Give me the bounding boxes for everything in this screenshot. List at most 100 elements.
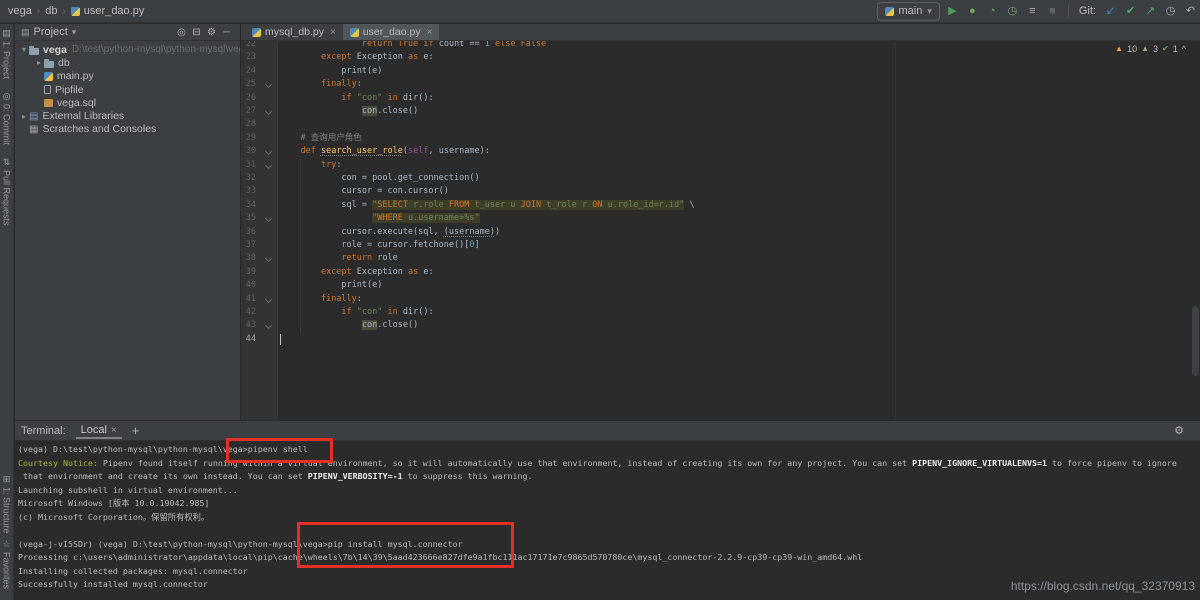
terminal-tab-label: Local (81, 424, 107, 436)
weak-warning-icon: ▲ (1141, 45, 1149, 53)
stripe-item-1-project[interactable]: ▤1: Project (2, 29, 12, 79)
code-line-31[interactable]: 31 try: (241, 159, 1200, 172)
fold-marker-icon[interactable] (265, 81, 272, 88)
line-number: 44 (241, 333, 256, 346)
terminal-line: Launching subshell in virtual environmen… (18, 484, 1177, 498)
close-icon[interactable]: × (111, 425, 117, 436)
profiler-button[interactable]: ◷ (1005, 6, 1020, 17)
code-line-39[interactable]: 39 except Exception as e: (241, 266, 1200, 279)
toolbar-separator (1068, 5, 1069, 17)
code-line-28[interactable]: 28 (241, 118, 1200, 131)
fold-marker-icon[interactable] (265, 162, 272, 169)
tree-item-external-libraries[interactable]: ▸External Libraries (15, 109, 240, 122)
chevron-icon: ▸ (34, 58, 44, 67)
breadcrumb-label: user_dao.py (84, 5, 145, 17)
tree-item-scratches-and-consoles[interactable]: Scratches and Consoles (15, 123, 240, 136)
line-number: 36 (241, 226, 256, 239)
tree-item-label: Scratches and Consoles (42, 123, 156, 135)
annotation-box-2 (297, 522, 514, 568)
stripe-item-pull-requests[interactable]: ⇅Pull Requests (2, 158, 12, 226)
fold-marker-icon[interactable] (265, 108, 272, 115)
run-coverage-button[interactable]: ◔ (985, 6, 1000, 17)
tree-item-db[interactable]: ▸ db (15, 56, 240, 69)
stop-button[interactable]: ■ (1045, 6, 1060, 17)
run-config-name: main (899, 5, 923, 17)
stripe-item-0-commit[interactable]: ◎0: Commit (2, 92, 12, 145)
stripe-item-1-structure[interactable]: ⊞1: Structure (2, 475, 12, 534)
close-icon[interactable]: × (427, 27, 433, 38)
tab-user-dao-py[interactable]: user_dao.py× (343, 24, 440, 40)
code-text: print(e) (280, 65, 382, 78)
terminal-output[interactable]: (vega) D:\test\python-mysql\python-mysql… (18, 443, 1177, 592)
git-push-button[interactable]: ↗ (1143, 6, 1158, 17)
terminal-line: Successfully installed mysql.connector (18, 578, 1177, 592)
collapse-all-button[interactable]: ⊟ (189, 27, 204, 38)
editor: mysql_db.py×user_dao.py× 22 return True … (241, 24, 1200, 420)
new-terminal-button[interactable]: + (132, 423, 140, 438)
code-line-32[interactable]: 32 con = pool.get_connection() (241, 172, 1200, 185)
code-area[interactable]: 22 return True if count == 1 else False2… (241, 41, 1200, 420)
inspections-widget[interactable]: ▲ 10 ▲ 3 ✔ 1 ^ (1115, 44, 1186, 54)
fold-marker-icon[interactable] (265, 322, 272, 329)
fold-marker-icon[interactable] (265, 148, 272, 155)
git-rollback-button[interactable]: ↶ (1183, 6, 1198, 17)
code-line-36[interactable]: 36 cursor.execute(sql, (username)) (241, 226, 1200, 239)
tree-item-label: External Libraries (42, 110, 124, 122)
code-line-44[interactable]: 44 (241, 333, 1200, 346)
tab-mysql-db-py[interactable]: mysql_db.py× (245, 24, 343, 40)
stripe-label: 1: Project (2, 41, 12, 79)
code-line-43[interactable]: 43 con.close() (241, 319, 1200, 332)
code-line-38[interactable]: 38 return role (241, 252, 1200, 265)
tree-item-main-py[interactable]: main.py (15, 70, 240, 83)
tree-item-pipfile[interactable]: Pipfile (15, 83, 240, 96)
tree-item-vega-sql[interactable]: vega.sql (15, 96, 240, 109)
0-commit-icon: ◎ (3, 92, 11, 101)
code-line-26[interactable]: 26 if "con" in dir(): (241, 92, 1200, 105)
code-line-41[interactable]: 41 finally: (241, 293, 1200, 306)
code-line-40[interactable]: 40 print(e) (241, 279, 1200, 292)
chevron-down-icon[interactable]: ▾ (72, 27, 77, 38)
code-line-27[interactable]: 27 con.close() (241, 105, 1200, 118)
git-update-button[interactable]: ↙ (1103, 6, 1118, 17)
close-icon[interactable]: × (330, 27, 336, 38)
stripe-item-favorites[interactable]: ☆Favorites (2, 540, 12, 589)
git-commit-button[interactable]: ✔ (1123, 6, 1138, 17)
terminal-line: that environment and create its own inst… (18, 470, 1177, 484)
code-line-37[interactable]: 37 role = cursor.fetchone()[0] (241, 239, 1200, 252)
run-button[interactable]: ▶ (945, 6, 960, 17)
terminal-tab-local[interactable]: Local × (76, 422, 122, 439)
code-line-24[interactable]: 24 print(e) (241, 65, 1200, 78)
tree-item-label: db (58, 57, 70, 69)
code-line-33[interactable]: 33 cursor = con.cursor() (241, 185, 1200, 198)
code-line-29[interactable]: 29 # 查询用户角色 (241, 132, 1200, 145)
code-line-22[interactable]: 22 return True if count == 1 else False (241, 41, 1200, 51)
code-line-34[interactable]: 34 sql = "SELECT r.role FROM t_user u JO… (241, 199, 1200, 212)
code-line-42[interactable]: 42 if "con" in dir(): (241, 306, 1200, 319)
git-history-button[interactable]: ◷ (1163, 6, 1178, 17)
code-line-30[interactable]: 30 def search_user_role(self, username): (241, 145, 1200, 158)
breadcrumb-item-db[interactable]: db (45, 5, 57, 17)
code-text: if "con" in dir(): (280, 92, 434, 105)
breadcrumb-item-user-dao-py[interactable]: user_dao.py (71, 5, 145, 17)
breadcrumb-item-vega[interactable]: vega (8, 5, 32, 17)
code-text: con.close() (280, 319, 418, 332)
fold-marker-icon[interactable] (265, 255, 272, 262)
gear-icon[interactable]: ⚙ (1174, 424, 1184, 437)
line-number: 34 (241, 199, 256, 212)
code-text: except Exception as e: (280, 266, 434, 279)
fold-marker-icon[interactable] (265, 296, 272, 303)
fold-marker-icon[interactable] (265, 215, 272, 222)
debug-button[interactable]: ● (965, 6, 980, 17)
locate-file-button[interactable]: ◎ (174, 27, 189, 38)
code-line-23[interactable]: 23 except Exception as e: (241, 51, 1200, 64)
python-icon (885, 7, 894, 16)
running-processes-button[interactable]: ≡ (1025, 6, 1040, 17)
editor-scrollbar[interactable] (1192, 306, 1199, 376)
run-config-selector[interactable]: main ▾ (877, 2, 940, 21)
code-line-35[interactable]: 35 "WHERE u.username=%s" (241, 212, 1200, 225)
tree-item-vega[interactable]: ▾vega D:\test\python-mysql\python-mysql\… (15, 43, 240, 56)
settings-button[interactable]: ⚙ (204, 27, 219, 38)
code-line-25[interactable]: 25 finally: (241, 78, 1200, 91)
hide-panel-button[interactable]: ─ (219, 27, 234, 38)
watermark: https://blog.csdn.net/qq_32370913 (1011, 579, 1195, 593)
